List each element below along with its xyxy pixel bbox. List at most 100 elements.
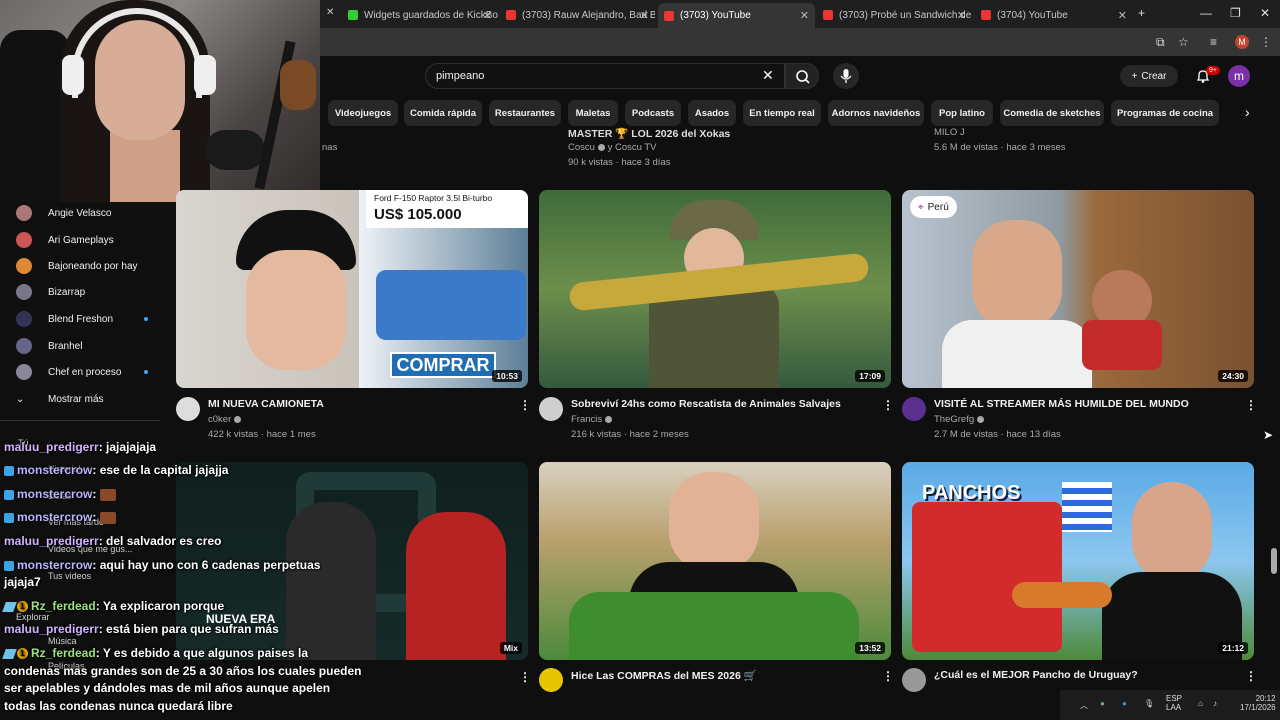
video-title[interactable]: Hice Las COMPRAS del MES 2026 🛒 — [571, 669, 757, 682]
install-app-icon[interactable]: ⧉ — [1156, 35, 1165, 50]
channel-avatar[interactable] — [902, 397, 926, 421]
video-title[interactable]: VISITÉ AL STREAMER MÁS HUMILDE DEL MUNDO — [934, 398, 1189, 410]
channel-avatar[interactable] — [902, 668, 926, 692]
partial-meta-left: nas — [322, 142, 338, 153]
browser-toolbar: ⧉ ☆ ≡ ⋮ — [320, 28, 1280, 56]
sidebar-item-branhel[interactable]: Branhel — [16, 336, 166, 356]
chevron-right-icon[interactable]: › — [1245, 104, 1250, 120]
video-thumbnail[interactable]: PANCHOS 21:12 — [902, 462, 1254, 660]
chip-maletas[interactable]: Maletas — [568, 100, 618, 126]
flag-shape — [1062, 482, 1112, 532]
sidebar-item-ari-gameplays[interactable]: Ari Gameplays — [16, 230, 166, 250]
more-options-icon[interactable]: ⋮ — [882, 669, 894, 683]
chip-restaurantes[interactable]: Restaurantes — [489, 100, 561, 126]
more-options-icon[interactable]: ⋮ — [1245, 669, 1257, 683]
sidebar-item-angie-velasco[interactable]: Angie Velasco — [16, 203, 166, 223]
tab-close-icon[interactable]: ✕ — [957, 9, 966, 22]
tab-close-partial[interactable]: ✕ — [326, 7, 334, 18]
partial-channel-right[interactable]: MILO J — [934, 127, 965, 138]
channel-avatar[interactable] — [539, 668, 563, 692]
video-thumbnail[interactable]: 13:52 — [539, 462, 891, 660]
voice-search-button[interactable] — [833, 63, 859, 89]
tab-close-icon[interactable]: ✕ — [800, 9, 809, 22]
video-thumbnail[interactable]: ⌖ Perú 24:30 — [902, 190, 1254, 388]
channel-avatar — [16, 205, 32, 221]
chip-comedia-de-sketches[interactable]: Comedia de sketches — [1000, 100, 1104, 126]
video-thumbnail[interactable]: 17:09 — [539, 190, 891, 388]
partial-meta-right: 5.6 M de vistas · hace 3 meses — [934, 142, 1066, 153]
more-options-icon[interactable]: ⋮ — [882, 398, 894, 412]
tray-mic-icon[interactable]: 🎙 — [1144, 699, 1154, 708]
show-more-button[interactable]: ⌄ Mostrar más — [16, 389, 166, 409]
sidebar-item-explorar[interactable]: Explorar — [16, 612, 50, 622]
channel-avatar[interactable] — [176, 397, 200, 421]
video-thumbnail[interactable]: Ford F-150 Raptor 3.5l Bi-turbo US$ 105.… — [176, 190, 528, 388]
youtube-favicon-icon — [823, 10, 833, 20]
partial-channel-name[interactable]: Coscu y Coscu TV — [568, 142, 657, 153]
more-options-icon[interactable]: ⋮ — [519, 398, 531, 412]
chat-message: 1 Rz_ferdead: Y es debido a que algunos p… — [2, 646, 308, 660]
verified-icon — [597, 143, 605, 151]
chip-podcasts[interactable]: Podcasts — [625, 100, 681, 126]
tray-app-icon[interactable]: ● — [1100, 699, 1105, 708]
channel-name[interactable]: TheGrefg — [934, 414, 985, 425]
partial-video-title[interactable]: MASTER 🏆 LOL 2026 del Xokas — [568, 127, 730, 140]
browser-profile-avatar[interactable]: M — [1235, 35, 1249, 49]
bookmark-star-icon[interactable]: ☆ — [1178, 35, 1189, 49]
volume-icon[interactable]: ♪ — [1213, 699, 1217, 708]
tab-close-icon[interactable]: ✕ — [1118, 9, 1127, 22]
clear-search-icon[interactable]: ✕ — [762, 67, 774, 84]
browser-tab-1[interactable]: Widgets guardados de KickBot ✕ — [342, 4, 498, 26]
thumb-banner: Ford F-150 Raptor 3.5l Bi-turbo US$ 105.… — [366, 190, 528, 228]
tab-close-icon[interactable]: ✕ — [483, 9, 492, 22]
sidebar-item-musica[interactable]: Música — [48, 636, 77, 646]
video-title[interactable]: ¿Cuál es el MEJOR Pancho de Uruguay? — [934, 669, 1138, 681]
browser-tab-3-active[interactable]: (3703) YouTube ✕ — [658, 3, 815, 28]
network-icon[interactable]: ⌂ — [1198, 699, 1203, 708]
browser-tab-5[interactable]: (3704) YouTube ✕ — [975, 4, 1133, 26]
video-meta: 2.7 M de vistas · hace 13 días — [934, 429, 1061, 440]
more-options-icon[interactable]: ⋮ — [1245, 398, 1257, 412]
tray-chevron-icon[interactable]: ︿ — [1080, 700, 1088, 711]
tab-close-icon[interactable]: ✕ — [640, 9, 649, 22]
search-input[interactable]: pimpeano — [425, 63, 785, 89]
location-pin-icon: ⌖ — [918, 201, 924, 213]
sidebar-item-blend-freshon[interactable]: Blend Freshon — [16, 309, 166, 329]
close-window-icon[interactable]: ✕ — [1260, 6, 1270, 20]
channel-name[interactable]: Francis — [571, 414, 613, 425]
video-title[interactable]: Sobreviví 24hs como Rescatista de Animal… — [571, 398, 841, 410]
chip-comida-rapida[interactable]: Comida rápida — [404, 100, 482, 126]
sidebar-item-bizarrap[interactable]: Bizarrap — [16, 282, 166, 302]
minimize-icon[interactable]: — — [1200, 6, 1212, 20]
new-tab-icon[interactable]: + — [1138, 6, 1145, 20]
chip-videojuegos[interactable]: Videojuegos — [328, 100, 398, 126]
chip-asados[interactable]: Asados — [688, 100, 736, 126]
account-avatar[interactable]: m — [1228, 65, 1250, 87]
one-badge-icon: 1 — [17, 601, 28, 613]
chat-message: maluu_predigerr: del salvador es creo — [4, 534, 222, 548]
media-controls-icon[interactable]: ≡ — [1210, 35, 1217, 49]
search-button[interactable] — [785, 63, 819, 89]
language-indicator[interactable]: ESP LAA — [1166, 694, 1182, 712]
sidebar-item-bajoneando[interactable]: Bajoneando por hay — [16, 256, 166, 276]
sidebar-item-tus-videos[interactable]: Tus videos — [48, 571, 91, 581]
chip-pop-latino[interactable]: Pop latino — [931, 100, 993, 126]
tray-app-icon[interactable]: ● — [1122, 699, 1127, 708]
browser-tab-2[interactable]: (3703) Rauw Alejandro, Bad Bu ✕ — [500, 4, 655, 26]
more-options-icon[interactable]: ⋮ — [519, 670, 531, 684]
partial-video-meta: 90 k vistas · hace 3 días — [568, 157, 671, 168]
browser-tab-4[interactable]: (3703) Probé un Sandwich de l ✕ — [817, 4, 972, 26]
chip-programas-de-cocina[interactable]: Programas de cocina — [1111, 100, 1219, 126]
chip-en-tiempo-real[interactable]: En tiempo real — [743, 100, 821, 126]
channel-avatar[interactable] — [539, 397, 563, 421]
video-title[interactable]: MI NUEVA CAMIONETA — [208, 398, 324, 410]
chip-adornos-navidenos[interactable]: Adornos navideños — [828, 100, 924, 126]
blue-truck-shape — [376, 270, 526, 340]
page-scrollbar-thumb[interactable] — [1271, 548, 1277, 574]
channel-name[interactable]: c0ker — [208, 414, 242, 425]
sidebar-item-chef-en-proceso[interactable]: Chef en proceso — [16, 362, 166, 382]
clock[interactable]: 20:12 17/1/2026 — [1240, 694, 1276, 712]
maximize-icon[interactable]: ❐ — [1230, 6, 1241, 20]
browser-menu-icon[interactable]: ⋮ — [1260, 35, 1272, 49]
create-button[interactable]: + Crear — [1120, 65, 1178, 87]
